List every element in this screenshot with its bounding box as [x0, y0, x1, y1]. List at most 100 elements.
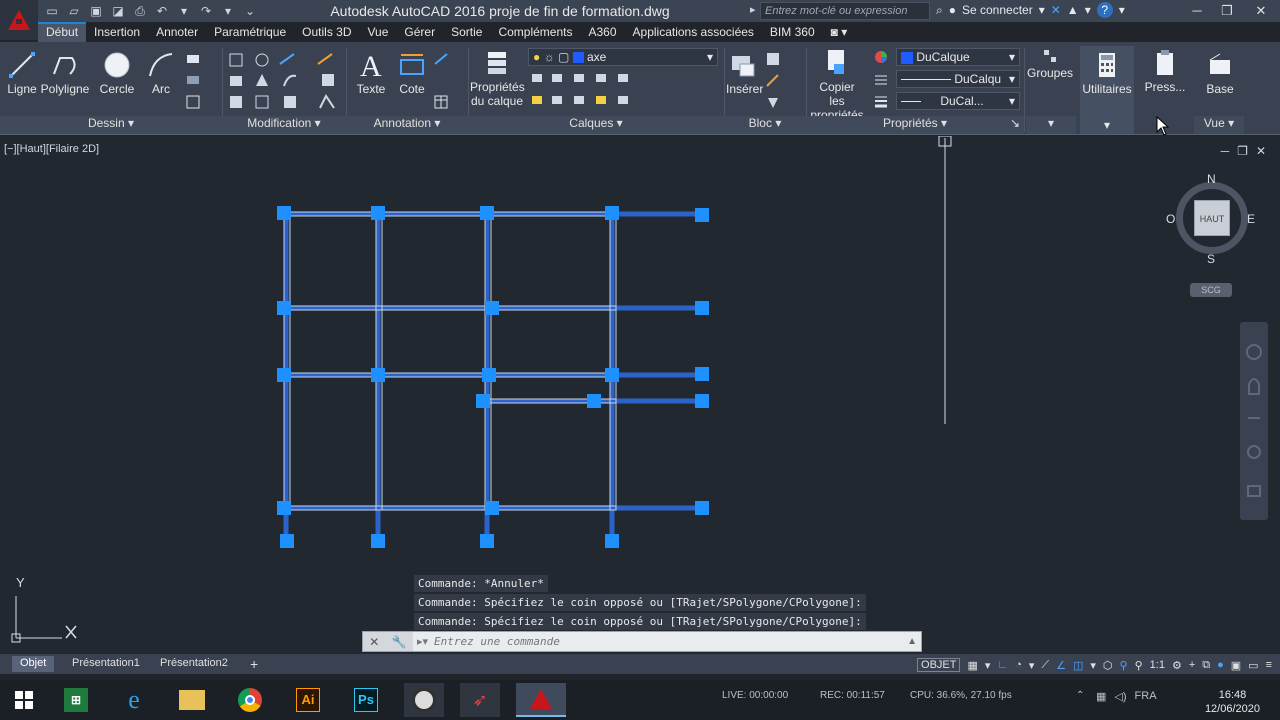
object-snap-icon[interactable]: ◫: [1073, 659, 1083, 672]
tab-layout-2[interactable]: Présentation2: [152, 656, 236, 672]
illustrator-icon[interactable]: Ai: [288, 683, 328, 717]
file-explorer-icon[interactable]: [172, 683, 212, 717]
tab-bim-360[interactable]: BIM 360: [762, 22, 823, 42]
match-properties-button[interactable]: Copier les propriétés: [804, 48, 870, 122]
linetype-dropdown[interactable]: DuCalqu ▾: [896, 70, 1020, 88]
application-menu-button[interactable]: [0, 0, 38, 40]
panel-annotation-footer[interactable]: Annotation ▾: [346, 116, 468, 134]
tab-applications-associees[interactable]: Applications associées: [625, 22, 762, 42]
dropdown-icon[interactable]: ▾: [1085, 3, 1091, 17]
annotation-scale[interactable]: 1:1: [1150, 659, 1165, 671]
tab-gerer[interactable]: Gérer: [396, 22, 443, 42]
panel-proprietes-footer[interactable]: Propriétés ▾ ↘: [806, 116, 1024, 134]
internet-explorer-icon[interactable]: e: [114, 683, 154, 717]
leader-icon[interactable]: [434, 52, 448, 66]
workspace-gear-icon[interactable]: ⚙: [1172, 659, 1182, 672]
excel-icon[interactable]: ⊞: [56, 683, 96, 717]
layer-dropdown[interactable]: ● ☼ ▢ axe ▾: [528, 48, 718, 66]
annotation-visibility-icon[interactable]: ⚲: [1120, 659, 1128, 672]
viewcube-face-top[interactable]: HAUT: [1194, 200, 1230, 236]
tray-expand-icon[interactable]: ⌃: [1076, 690, 1084, 701]
clean-screen-icon[interactable]: ▭: [1248, 659, 1258, 672]
panel-modification-footer[interactable]: Modification ▾: [222, 116, 346, 134]
obs-icon[interactable]: [404, 683, 444, 717]
grid-icon[interactable]: ▦: [967, 659, 977, 672]
a360-icon[interactable]: ▲: [1067, 3, 1079, 17]
search-input[interactable]: Entrez mot-clé ou expression: [760, 2, 930, 20]
ortho-icon[interactable]: ∟: [997, 659, 1008, 671]
circle-tool-button[interactable]: Cercle: [96, 50, 138, 96]
signin-dropdown-icon[interactable]: ▾: [1039, 3, 1045, 17]
tab-debut[interactable]: Début: [38, 22, 87, 42]
rocket-app-icon[interactable]: ➶: [460, 683, 500, 717]
compass-south-label[interactable]: S: [1207, 252, 1215, 266]
viewcube[interactable]: HAUT N S O E: [1166, 172, 1255, 266]
tab-vue[interactable]: Vue: [360, 22, 397, 42]
model-space-button[interactable]: OBJET: [917, 658, 961, 672]
tab-a360[interactable]: A360: [580, 22, 624, 42]
polyline-tool-button[interactable]: Polyligne: [40, 50, 90, 96]
color-wheel-icon[interactable]: [874, 50, 888, 64]
wrench-icon[interactable]: 🔧: [392, 635, 407, 649]
redo-icon[interactable]: ↷: [198, 3, 214, 19]
color-dropdown[interactable]: DuCalque ▾: [896, 48, 1020, 66]
isodraft-icon[interactable]: ⟋: [1041, 659, 1049, 672]
save-icon[interactable]: ▣: [88, 3, 104, 19]
groups-button[interactable]: Groupes: [1026, 48, 1074, 80]
autocad-taskbar-icon[interactable]: [516, 683, 566, 717]
command-history-toggle-icon[interactable]: ▲: [907, 636, 917, 647]
line-tool-button[interactable]: Ligne: [4, 50, 40, 96]
linetype-icon[interactable]: [874, 72, 888, 86]
insert-block-button[interactable]: Insérer: [726, 50, 763, 96]
add-layout-icon[interactable]: +: [242, 656, 266, 672]
print-icon[interactable]: ⎙: [132, 3, 148, 19]
drawing-canvas[interactable]: [0, 136, 1280, 654]
panel-groupes-footer[interactable]: ▾: [1026, 116, 1076, 134]
photoshop-icon[interactable]: Ps: [346, 683, 386, 717]
lineweight-icon[interactable]: [874, 94, 888, 108]
language-indicator[interactable]: FRA: [1135, 690, 1157, 703]
chrome-icon[interactable]: [230, 683, 270, 717]
panel-calques-footer[interactable]: Calques ▾: [468, 116, 724, 134]
binoculars-icon[interactable]: ⌕: [936, 3, 943, 18]
open-file-icon[interactable]: ▱: [66, 3, 82, 19]
volume-icon[interactable]: ◁): [1114, 690, 1126, 703]
compass-north-label[interactable]: N: [1207, 172, 1216, 186]
taskbar-clock[interactable]: 16:48 12/06/2020: [1205, 688, 1260, 716]
close-button[interactable]: ✕: [1242, 0, 1280, 22]
restore-button[interactable]: ❐: [1212, 0, 1242, 22]
tab-sortie[interactable]: Sortie: [443, 22, 490, 42]
polar-icon[interactable]: ◔: [1015, 659, 1022, 671]
base-view-button[interactable]: Base: [1196, 50, 1244, 96]
tab-annoter[interactable]: Annoter: [148, 22, 206, 42]
panel-launcher-icon[interactable]: ↘: [1010, 116, 1020, 130]
command-input[interactable]: [428, 635, 869, 648]
autoscale-icon[interactable]: ⚲: [1135, 659, 1143, 672]
clipboard-button[interactable]: Press...: [1138, 48, 1192, 94]
tab-insertion[interactable]: Insertion: [86, 22, 148, 42]
region-icon[interactable]: [186, 95, 200, 109]
undo-dropdown-icon[interactable]: ▾: [176, 3, 192, 19]
create-block-icon[interactable]: [766, 52, 780, 66]
tab-complements[interactable]: Compléments: [490, 22, 580, 42]
panel-dessin-footer[interactable]: Dessin ▾: [0, 116, 222, 134]
navigation-tools-icon[interactable]: [1240, 322, 1268, 520]
customization-menu-icon[interactable]: ≡: [1266, 659, 1272, 671]
modification-tools-icon[interactable]: [228, 50, 343, 112]
polar-dropdown-icon[interactable]: ▾: [1029, 659, 1035, 672]
table-icon[interactable]: [434, 95, 448, 109]
minimize-button[interactable]: ─: [1182, 0, 1212, 22]
panel-bloc-footer[interactable]: Bloc ▾: [724, 116, 806, 134]
hatch-icon[interactable]: [186, 73, 200, 87]
close-command-line-icon[interactable]: ✕: [369, 635, 379, 649]
edit-block-icon[interactable]: [766, 74, 780, 88]
tab-outils-3d[interactable]: Outils 3D: [294, 22, 359, 42]
signin-link[interactable]: Se connecter: [962, 3, 1033, 17]
redo-dropdown-icon[interactable]: ▾: [220, 3, 236, 19]
panel-vue-footer[interactable]: Vue ▾: [1194, 116, 1244, 134]
exchange-icon[interactable]: ✕: [1051, 3, 1061, 17]
command-recent-icon[interactable]: ▸▾: [413, 635, 428, 648]
compass-west-label[interactable]: O: [1166, 212, 1175, 226]
compass-east-label[interactable]: E: [1247, 212, 1255, 226]
units-icon[interactable]: ⧉: [1202, 659, 1210, 672]
